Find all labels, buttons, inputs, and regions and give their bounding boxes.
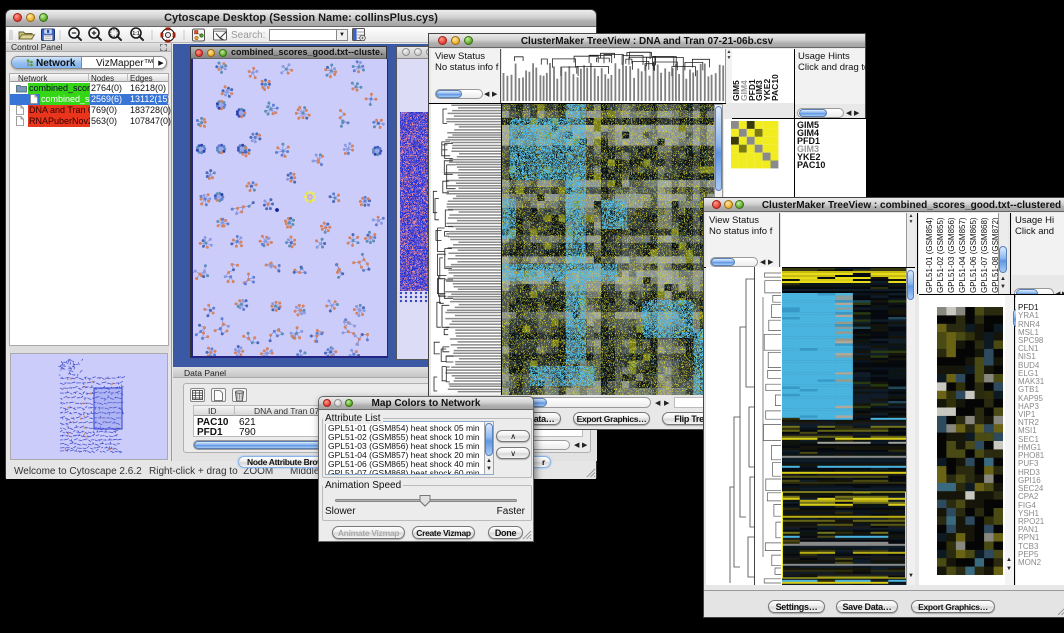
svg-text:GPL51-04 (GSM857): GPL51-04 (GSM857) bbox=[958, 217, 967, 293]
svg-text:Search:: Search: bbox=[231, 30, 265, 41]
svg-text:GPL51-07 (GSM868): GPL51-07 (GSM868) bbox=[980, 217, 989, 293]
svg-text:GPL51-01 (GSM854): GPL51-01 (GSM854) bbox=[925, 217, 934, 293]
svg-text:GPL51-02 (GSM855): GPL51-02 (GSM855) bbox=[936, 217, 945, 293]
svg-text:1:1: 1:1 bbox=[132, 31, 139, 37]
svg-text:GPL51-06 (GSM865): GPL51-06 (GSM865) bbox=[969, 217, 978, 293]
svg-text:GPL51-08 (GSM872): GPL51-08 (GSM872) bbox=[991, 217, 998, 293]
svg-text:GPL51-03 (GSM856): GPL51-03 (GSM856) bbox=[947, 217, 956, 293]
